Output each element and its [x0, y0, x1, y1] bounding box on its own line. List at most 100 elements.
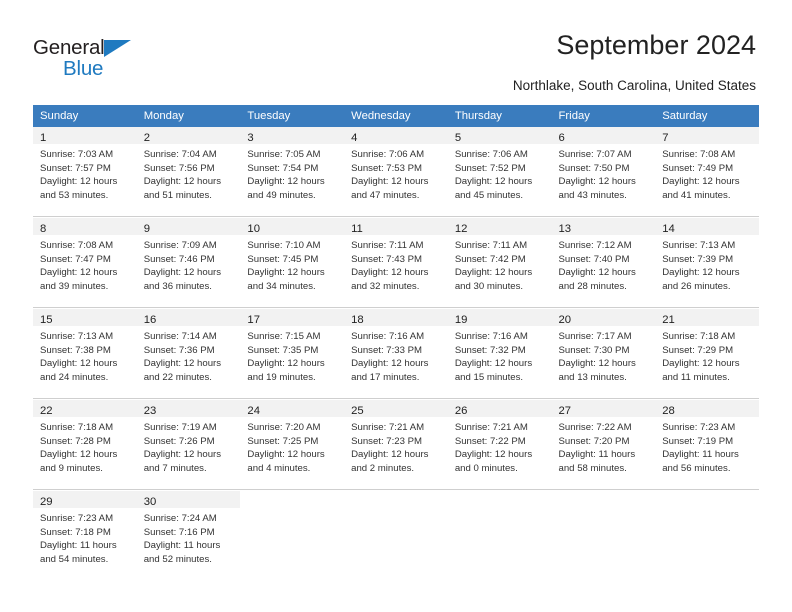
- day-cell[interactable]: 6 Sunrise: 7:07 AM Sunset: 7:50 PM Daylight…: [551, 127, 656, 216]
- daylight-text: Daylight: 12 hours: [454, 267, 533, 279]
- day-cell[interactable]: 29 Sunrise: 7:23 AM Sunset: 7:18 PM Dayligh…: [33, 491, 137, 580]
- day-cell[interactable]: 9 Sunrise: 7:09 AM Sunset: 7:46 PM Daylight…: [136, 218, 241, 307]
- week-row: 15 Sunrise: 7:13 AM Sunset: 7:38 PM Dayligh…: [33, 308, 759, 398]
- day-cell[interactable]: 8 Sunrise: 7:08 AM Sunset: 7:47 PM Daylight…: [33, 218, 137, 307]
- sunset-text: Sunset: 7:47 PM: [40, 253, 111, 265]
- day-number-band: [551, 491, 656, 508]
- daylight-text: and 9 minutes.: [40, 462, 103, 474]
- day-cell[interactable]: 16 Sunrise: 7:14 AM Sunset: 7:36 PM Dayligh…: [136, 309, 241, 398]
- day-cell[interactable]: 1 Sunrise: 7:03 AM Sunset: 7:57 PM Daylight…: [33, 127, 137, 216]
- day-cell-details: Sunrise: 7:21 AM Sunset: 7:22 PM Daylight:…: [447, 417, 552, 475]
- sunset-text: Sunset: 7:20 PM: [558, 435, 630, 447]
- day-number-band: 19: [447, 309, 552, 326]
- day-cell[interactable]: 15 Sunrise: 7:13 AM Sunset: 7:38 PM Dayligh…: [33, 309, 137, 398]
- day-cell[interactable]: 22 Sunrise: 7:18 AM Sunset: 7:28 PM Dayligh…: [33, 400, 137, 489]
- day-cell[interactable]: 5 Sunrise: 7:06 AM Sunset: 7:52 PM Daylight…: [447, 127, 552, 216]
- daylight-text: Daylight: 12 hours: [558, 267, 636, 279]
- day-number-band: 30: [136, 491, 241, 508]
- day-number-band: 2: [136, 127, 241, 144]
- daylight-text: and 39 minutes.: [40, 280, 109, 292]
- day-cell-details: Sunrise: 7:05 AM Sunset: 7:54 PM Daylight:…: [240, 144, 345, 202]
- day-cell[interactable]: 23 Sunrise: 7:19 AM Sunset: 7:26 PM Dayligh…: [136, 400, 241, 489]
- day-cell-empty: [655, 491, 759, 580]
- day-cell[interactable]: 4 Sunrise: 7:06 AM Sunset: 7:53 PM Daylight…: [344, 127, 448, 216]
- sunset-text: Sunset: 7:42 PM: [454, 253, 526, 265]
- sunset-text: Sunset: 7:19 PM: [662, 435, 734, 447]
- weekday-header-thursday: Thursday: [454, 110, 502, 122]
- day-cell[interactable]: 28 Sunrise: 7:23 AM Sunset: 7:19 PM Dayligh…: [655, 400, 759, 489]
- day-number: 18: [351, 314, 364, 326]
- sunset-text: Sunset: 7:30 PM: [558, 344, 630, 356]
- page-header: General Blue September 2024 Northlake, S…: [0, 0, 792, 100]
- day-cell[interactable]: 13 Sunrise: 7:12 AM Sunset: 7:40 PM Dayligh…: [551, 218, 656, 307]
- day-cell-details: Sunrise: 7:23 AM Sunset: 7:18 PM Daylight:…: [33, 508, 137, 566]
- sunrise-text: Sunrise: 7:22 AM: [558, 422, 632, 433]
- day-cell[interactable]: 2 Sunrise: 7:04 AM Sunset: 7:56 PM Daylight…: [136, 127, 241, 216]
- day-number-band: 23: [136, 400, 241, 417]
- daylight-text: and 2 minutes.: [351, 462, 415, 474]
- daylight-text: Daylight: 12 hours: [143, 176, 222, 188]
- day-number: 15: [40, 314, 53, 326]
- day-cell[interactable]: 17 Sunrise: 7:15 AM Sunset: 7:35 PM Dayligh…: [240, 309, 345, 398]
- sunset-text: Sunset: 7:38 PM: [40, 344, 111, 356]
- day-cell-empty: [551, 491, 656, 580]
- day-cell[interactable]: 18 Sunrise: 7:16 AM Sunset: 7:33 PM Dayligh…: [344, 309, 448, 398]
- sunset-text: Sunset: 7:23 PM: [351, 435, 423, 447]
- sunset-text: Sunset: 7:46 PM: [143, 253, 215, 265]
- day-cell[interactable]: 11 Sunrise: 7:11 AM Sunset: 7:43 PM Dayligh…: [344, 218, 448, 307]
- day-cell[interactable]: 24 Sunrise: 7:20 AM Sunset: 7:25 PM Dayligh…: [240, 400, 345, 489]
- day-number-band: 7: [655, 127, 759, 144]
- day-cell[interactable]: 19 Sunrise: 7:16 AM Sunset: 7:32 PM Dayligh…: [447, 309, 552, 398]
- daylight-text: and 34 minutes.: [247, 280, 316, 292]
- sunrise-text: Sunrise: 7:24 AM: [143, 513, 217, 524]
- day-cell[interactable]: 26 Sunrise: 7:21 AM Sunset: 7:22 PM Dayligh…: [447, 400, 552, 489]
- general-blue-logo[interactable]: General Blue: [33, 36, 183, 84]
- day-cell[interactable]: 10 Sunrise: 7:10 AM Sunset: 7:45 PM Dayligh…: [240, 218, 345, 307]
- day-cell[interactable]: 25 Sunrise: 7:21 AM Sunset: 7:23 PM Dayligh…: [344, 400, 448, 489]
- day-number-band: 16: [136, 309, 241, 326]
- sunset-text: Sunset: 7:18 PM: [40, 526, 111, 538]
- day-cell-details: Sunrise: 7:07 AM Sunset: 7:50 PM Daylight:…: [551, 144, 656, 202]
- day-number: 9: [143, 223, 150, 235]
- day-number-band: 14: [655, 218, 759, 235]
- sunrise-text: Sunrise: 7:18 AM: [40, 422, 114, 433]
- daylight-text: Daylight: 11 hours: [40, 540, 117, 552]
- day-cell[interactable]: 20 Sunrise: 7:17 AM Sunset: 7:30 PM Dayligh…: [551, 309, 656, 398]
- sunset-text: Sunset: 7:16 PM: [143, 526, 215, 538]
- day-cell[interactable]: 27 Sunrise: 7:22 AM Sunset: 7:20 PM Dayligh…: [551, 400, 656, 489]
- daylight-text: and 41 minutes.: [662, 189, 731, 201]
- day-cell[interactable]: 30 Sunrise: 7:24 AM Sunset: 7:16 PM Dayligh…: [136, 491, 241, 580]
- day-number-band: 18: [344, 309, 448, 326]
- day-number: 19: [454, 314, 468, 326]
- page-title: September 2024: [556, 30, 756, 60]
- day-cell[interactable]: 12 Sunrise: 7:11 AM Sunset: 7:42 PM Dayligh…: [447, 218, 552, 307]
- day-cell-details: Sunrise: 7:20 AM Sunset: 7:25 PM Daylight:…: [240, 417, 345, 475]
- sunrise-text: Sunrise: 7:23 AM: [662, 422, 736, 433]
- day-cell-empty: [447, 491, 552, 580]
- day-cell-empty: [240, 491, 345, 580]
- sunset-text: Sunset: 7:57 PM: [40, 162, 111, 174]
- sunrise-text: Sunrise: 7:19 AM: [143, 422, 217, 433]
- daylight-text: and 26 minutes.: [662, 280, 731, 292]
- day-cell-details: Sunrise: 7:16 AM Sunset: 7:33 PM Daylight:…: [344, 326, 448, 384]
- day-cell[interactable]: 7 Sunrise: 7:08 AM Sunset: 7:49 PM Daylight…: [655, 127, 759, 216]
- daylight-text: Daylight: 12 hours: [40, 358, 118, 370]
- daylight-text: Daylight: 12 hours: [662, 267, 740, 279]
- daylight-text: and 19 minutes.: [247, 371, 316, 383]
- calendar-weeks: 1 Sunrise: 7:03 AM Sunset: 7:57 PM Daylight…: [33, 127, 759, 580]
- day-cell[interactable]: 14 Sunrise: 7:13 AM Sunset: 7:39 PM Dayligh…: [655, 218, 759, 307]
- weekday-header-saturday: Saturday: [662, 110, 708, 122]
- sunrise-text: Sunrise: 7:21 AM: [454, 422, 528, 433]
- sunrise-text: Sunrise: 7:12 AM: [558, 240, 632, 251]
- daylight-text: Daylight: 12 hours: [247, 449, 325, 461]
- day-cell[interactable]: 3 Sunrise: 7:05 AM Sunset: 7:54 PM Daylight…: [240, 127, 345, 216]
- daylight-text: and 11 minutes.: [662, 371, 730, 383]
- daylight-text: Daylight: 12 hours: [662, 176, 740, 188]
- day-number: 24: [247, 405, 260, 417]
- day-cell[interactable]: 21 Sunrise: 7:18 AM Sunset: 7:29 PM Dayligh…: [655, 309, 759, 398]
- day-number-band: [447, 491, 552, 508]
- week-row: 22 Sunrise: 7:18 AM Sunset: 7:28 PM Dayligh…: [33, 399, 759, 489]
- day-number-band: 21: [655, 309, 759, 326]
- day-number: 10: [247, 223, 260, 235]
- daylight-text: Daylight: 12 hours: [247, 176, 325, 188]
